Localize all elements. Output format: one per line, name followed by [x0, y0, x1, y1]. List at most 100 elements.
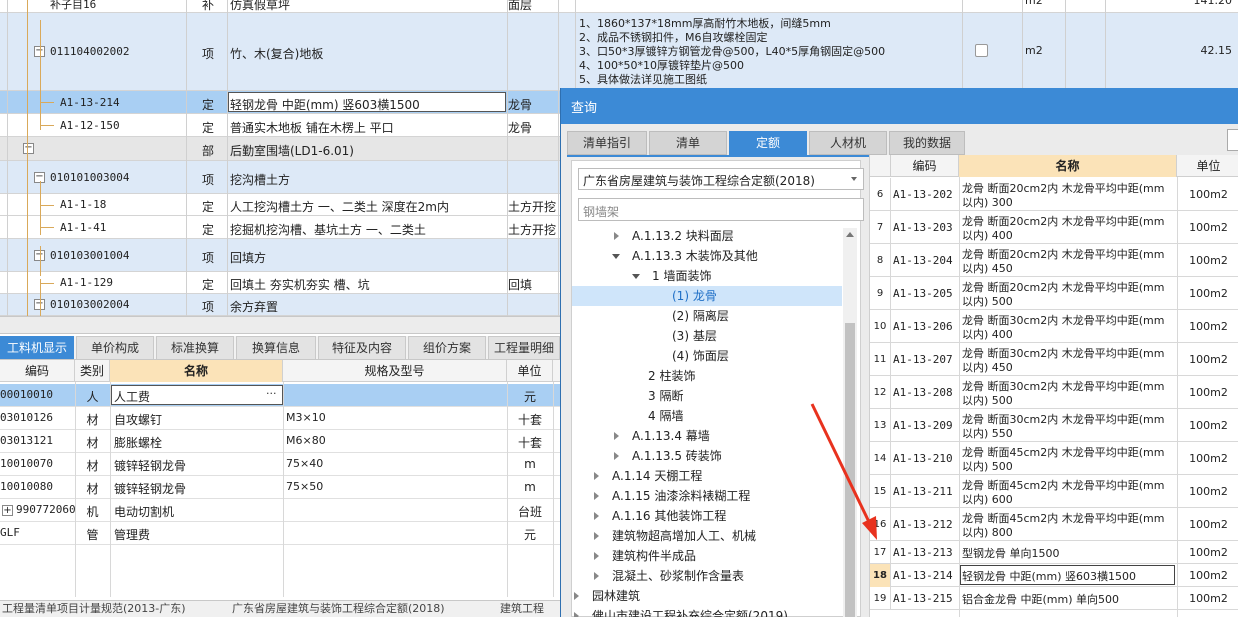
header-unit[interactable]: 单位: [507, 360, 553, 382]
chevron-down-icon[interactable]: [632, 274, 640, 279]
chevron-right-icon[interactable]: [594, 492, 599, 500]
resource-row[interactable]: 10010070 材 镀锌轻钢龙骨 75×40 m: [0, 453, 560, 476]
quota-name-line: 以内) 450: [962, 361, 1013, 374]
header-code[interactable]: 编码: [891, 155, 959, 177]
collapse-toggle-icon[interactable]: −: [23, 143, 34, 154]
chevron-right-icon[interactable]: [614, 232, 619, 240]
item-row[interactable]: 011104002002项竹、木(复合)地板−: [0, 13, 560, 91]
result-row[interactable]: 18 A1-13-214 轻钢龙骨 中距(mm) 竖603横1500 100m2: [870, 564, 1238, 587]
result-row[interactable]: 8 A1-13-204 龙骨 断面20cm2内 木龙骨平均中距(mm 以内) 450 1…: [870, 244, 1238, 277]
item-row[interactable]: 010103001004项回填方−: [0, 239, 560, 272]
chevron-right-icon[interactable]: [614, 432, 619, 440]
quota-library-dropdown[interactable]: 广东省房屋建筑与装饰工程综合定额(2018): [578, 168, 864, 190]
tree-node[interactable]: A.1.14 天棚工程: [572, 466, 842, 486]
result-row[interactable]: 12 A1-13-208 龙骨 断面30cm2内 木龙骨平均中距(mm 以内) 500…: [870, 376, 1238, 409]
result-row[interactable]: 14 A1-13-210 龙骨 断面45cm2内 木龙骨平均中距(mm 以内) 500…: [870, 442, 1238, 475]
chevron-right-icon[interactable]: [594, 532, 599, 540]
bottom-tab[interactable]: 单价构成: [76, 336, 154, 359]
bottom-tab[interactable]: 标准换算: [156, 336, 234, 359]
tree-node[interactable]: 2 柱装饰: [572, 366, 842, 386]
query-tab[interactable]: 人材机: [809, 131, 887, 155]
result-row[interactable]: 13 A1-13-209 龙骨 断面30cm2内 木龙骨平均中距(mm 以内) 550…: [870, 409, 1238, 442]
item-row[interactable]: 010101003004 项挖沟槽土方 −: [0, 161, 560, 194]
quota-row[interactable]: 补子目16 补 仿真假草坪 面层: [0, 0, 560, 13]
chevron-right-icon[interactable]: [614, 452, 619, 460]
chevron-right-icon[interactable]: [594, 552, 599, 560]
panel-splitter[interactable]: [0, 316, 560, 334]
tree-node[interactable]: 3 隔断: [572, 386, 842, 406]
resource-row[interactable]: GLF 管 管理费 元: [0, 522, 560, 545]
query-tab[interactable]: 清单: [649, 131, 727, 155]
chevron-right-icon[interactable]: [574, 612, 579, 617]
quota-search-input[interactable]: 钢墙架: [578, 198, 864, 221]
result-row[interactable]: 15 A1-13-211 龙骨 断面45cm2内 木龙骨平均中距(mm 以内) 600…: [870, 475, 1238, 508]
tree-node[interactable]: A.1.13.2 块料面层: [572, 228, 842, 246]
quota-unit: 100m2: [1189, 287, 1228, 300]
result-row[interactable]: 11 A1-13-207 龙骨 断面30cm2内 木龙骨平均中距(mm 以内) 450…: [870, 343, 1238, 376]
quota-row[interactable]: A1-1-129 定 回填土 夯实机夯实 槽、坑 回填: [0, 272, 560, 294]
tree-node[interactable]: (4) 饰面层: [572, 346, 842, 366]
quota-row[interactable]: A1-1-41 定 挖掘机挖沟槽、基坑土方 一、二类土 土方开挖: [0, 216, 560, 239]
tree-node[interactable]: 建筑构件半成品: [572, 546, 842, 566]
result-row[interactable]: 6 A1-13-202 龙骨 断面20cm2内 木龙骨平均中距(mm 以内) 300 1…: [870, 178, 1238, 211]
chevron-right-icon[interactable]: [594, 572, 599, 580]
dialog-titlebar[interactable]: 查询: [561, 88, 1238, 124]
bottom-tab[interactable]: 特征及内容: [318, 336, 406, 359]
bottom-tab[interactable]: 工程量明细: [488, 336, 560, 359]
header-unit[interactable]: 单位: [1177, 155, 1238, 177]
resource-row[interactable]: 03013121 材 膨胀螺栓 M6×80 十套: [0, 430, 560, 453]
ellipsis-button[interactable]: ···: [266, 387, 277, 400]
tree-node[interactable]: 混凝土、砂浆制作含量表: [572, 566, 842, 586]
result-row[interactable]: 17 A1-13-213 型钢龙骨 单向1500 100m2: [870, 541, 1238, 564]
scrollbar-thumb[interactable]: [845, 323, 855, 617]
resource-row[interactable]: 00010010 人 人工费 ··· 元: [0, 384, 560, 407]
bottom-tab[interactable]: 组价方案: [408, 336, 486, 359]
tree-node[interactable]: A.1.13.3 木装饰及其他: [572, 246, 842, 266]
tree-node[interactable]: A.1.16 其他装饰工程: [572, 506, 842, 526]
result-row[interactable]: 9 A1-13-205 龙骨 断面20cm2内 木龙骨平均中距(mm 以内) 500 1…: [870, 277, 1238, 310]
chevron-right-icon[interactable]: [574, 592, 579, 600]
tree-node[interactable]: (1) 龙骨: [572, 286, 842, 306]
result-row[interactable]: 10 A1-13-206 龙骨 断面30cm2内 木龙骨平均中距(mm 以内) 400…: [870, 310, 1238, 343]
tree-node[interactable]: 建筑物超高增加人工、机械: [572, 526, 842, 546]
tree-node[interactable]: 4 隔墙: [572, 406, 842, 426]
header-cat[interactable]: 类别: [75, 360, 110, 382]
header-spec[interactable]: 规格及型号: [283, 360, 507, 382]
chevron-right-icon[interactable]: [594, 472, 599, 480]
tree-node[interactable]: A.1.13.5 砖装饰: [572, 446, 842, 466]
chevron-right-icon[interactable]: [594, 512, 599, 520]
tree-node[interactable]: (3) 基层: [572, 326, 842, 346]
resource-row[interactable]: 990772060 + 机 电动切割机 台班: [0, 499, 560, 522]
item-row[interactable]: 010103002004项余方弃置−: [0, 294, 560, 316]
section-row[interactable]: 部 后勤室围墙(LD1-6.01) −: [0, 137, 560, 161]
tree-node[interactable]: 佛山市建设工程补充综合定额(2019): [572, 606, 842, 617]
query-tab[interactable]: 定额: [729, 131, 807, 155]
tree-node[interactable]: 1 墙面装饰: [572, 266, 842, 286]
tree-node[interactable]: (2) 隔离层: [572, 306, 842, 326]
resource-row[interactable]: 10010080 材 镀锌轻钢龙骨 75×50 m: [0, 476, 560, 499]
tree-node[interactable]: A.1.15 油漆涂料裱糊工程: [572, 486, 842, 506]
bottom-tab[interactable]: 工料机显示: [0, 336, 74, 359]
tree-node[interactable]: 园林建筑: [572, 586, 842, 606]
quota-row[interactable]: A1-12-150 定 普通实木地板 铺在木楞上 平口 龙骨: [0, 114, 560, 137]
quota-row[interactable]: A1-13-214 定 轻钢龙骨 中距(mm) 竖603横1500 龙骨: [0, 91, 560, 114]
result-row[interactable]: 7 A1-13-203 龙骨 断面20cm2内 木龙骨平均中距(mm 以内) 400 1…: [870, 211, 1238, 244]
row-checkbox[interactable]: [975, 44, 988, 57]
tree-node[interactable]: A.1.13.4 幕墙: [572, 426, 842, 446]
query-tab[interactable]: 我的数据: [889, 131, 965, 155]
header-name[interactable]: 名称: [959, 155, 1177, 177]
scroll-up-icon[interactable]: [846, 232, 854, 237]
header-code[interactable]: 编码: [0, 360, 75, 382]
query-tab[interactable]: 清单指引: [567, 131, 647, 155]
chevron-down-icon[interactable]: [612, 254, 620, 259]
expand-icon[interactable]: +: [2, 505, 13, 516]
result-row[interactable]: 19 A1-13-215 铝合金龙骨 中距(mm) 单向500 100m2: [870, 587, 1238, 610]
bottom-tab[interactable]: 换算信息: [236, 336, 316, 359]
header-name[interactable]: 名称: [110, 360, 283, 382]
row-code: 010103002004: [50, 298, 130, 311]
row-code: A1-13-214: [60, 95, 120, 109]
resource-row[interactable]: 03010126 材 自攻螺钉 M3×10 十套: [0, 407, 560, 430]
tree-scrollbar[interactable]: [843, 228, 857, 617]
result-row[interactable]: 16 A1-13-212 龙骨 断面45cm2内 木龙骨平均中距(mm 以内) 800…: [870, 508, 1238, 541]
quota-row[interactable]: A1-1-18 定 人工挖沟槽土方 一、二类土 深度在2m内 土方开挖: [0, 194, 560, 216]
